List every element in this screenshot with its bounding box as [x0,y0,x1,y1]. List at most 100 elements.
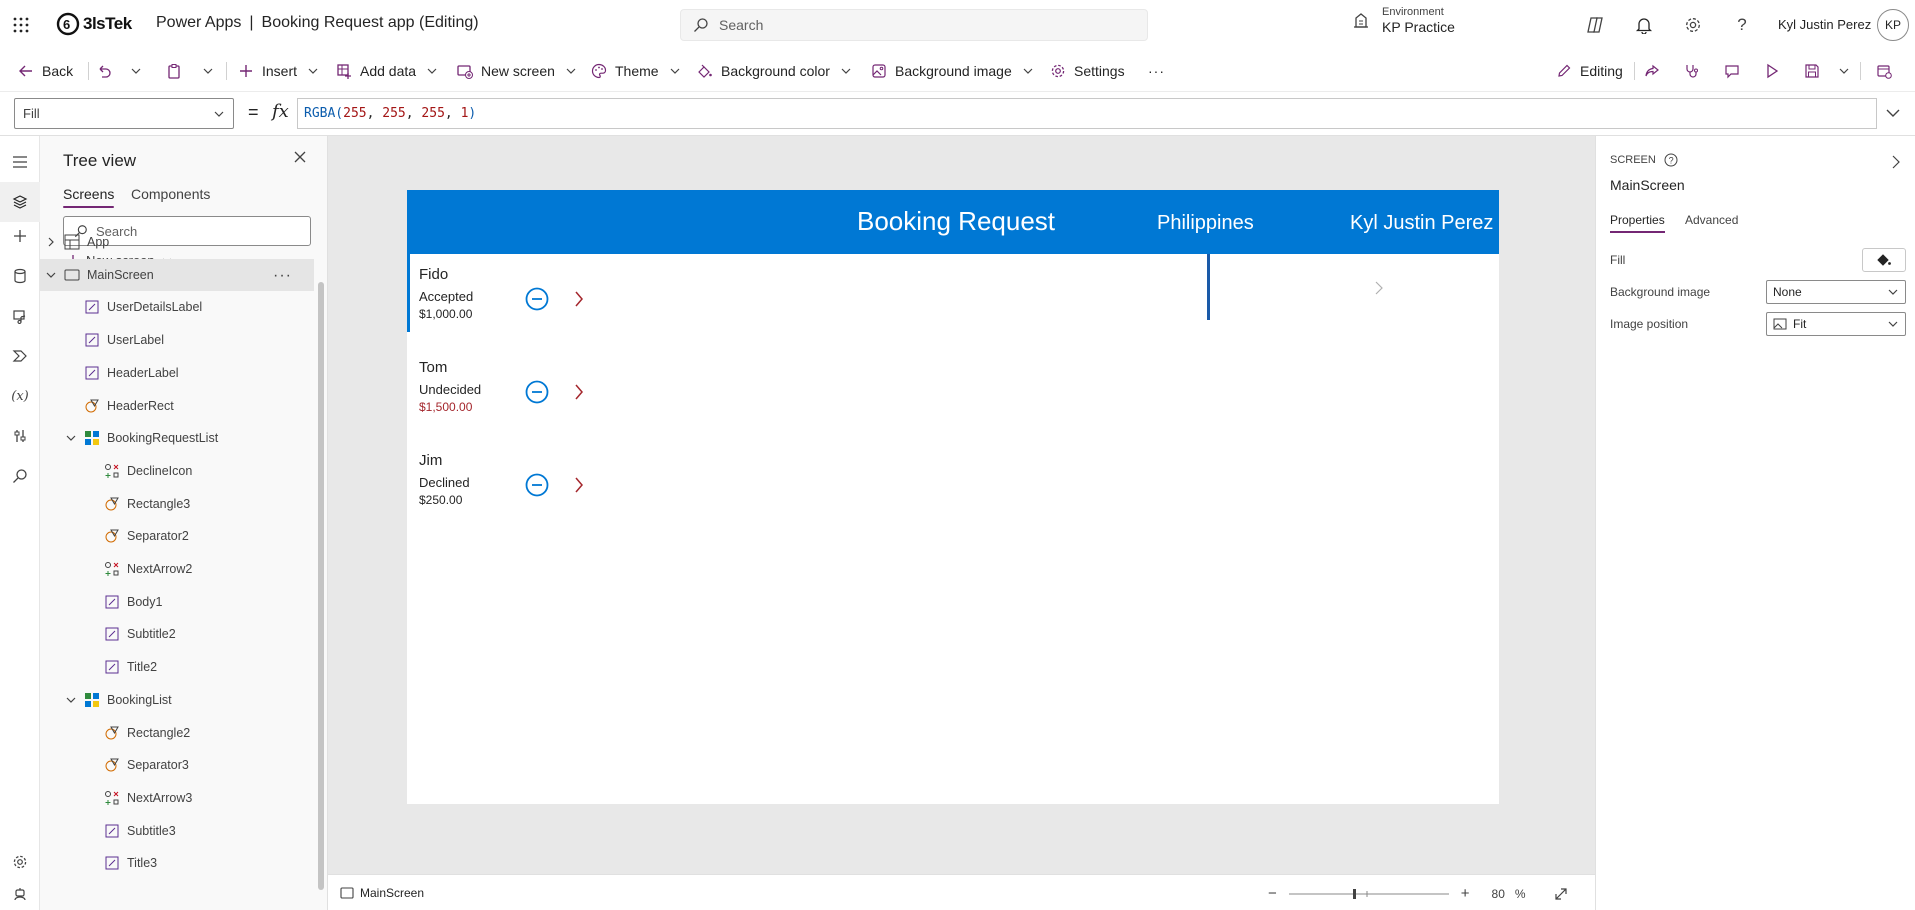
fill-color-picker[interactable] [1862,248,1906,272]
formula-input[interactable]: RGBA(255, 255, 255, 1) [297,98,1877,129]
tab-properties[interactable]: Properties [1610,213,1665,233]
add-data-button[interactable]: Add data [336,58,438,84]
publish-button[interactable] [1876,58,1892,84]
hamburger-menu-icon[interactable] [8,150,32,174]
expand-formula-icon[interactable] [1884,104,1902,122]
fit-to-window-icon[interactable] [1554,887,1568,901]
background-image-button[interactable]: Background image [871,58,1034,84]
theme-button[interactable]: Theme [591,58,681,84]
tree-node-rectangle2[interactable]: Rectangle2 [40,717,314,749]
tree-scrollbar[interactable] [318,282,324,890]
collapse-panel-icon[interactable] [1890,154,1902,170]
tree-view-icon[interactable] [0,182,40,222]
tree-node-title3[interactable]: Title3 [40,847,314,879]
advanced-tools-icon[interactable] [8,424,32,448]
environment-picker[interactable]: Environment KP Practice [1352,6,1455,35]
tree-node-body1[interactable]: Body1 [40,586,314,618]
detail-next-arrow-icon[interactable] [1373,280,1385,296]
decline-icon[interactable] [525,380,549,404]
app-screen-preview[interactable]: Booking Request Philippines Kyl Justin P… [407,190,1499,804]
decline-icon[interactable] [525,287,549,311]
settings-button[interactable]: Settings [1050,58,1125,84]
decline-icon[interactable] [525,473,549,497]
help-circle-icon[interactable]: ? [1664,153,1678,167]
zoom-in-button[interactable]: + [1461,885,1470,902]
tab-screens[interactable]: Screens [63,186,115,208]
undo-menu-button[interactable] [130,58,142,84]
paste-menu-button[interactable] [202,58,214,84]
booking-amount[interactable]: $1,500.00 [419,400,472,414]
tree-node-nextarrow3[interactable]: NextArrow3 [40,782,314,814]
tab-advanced[interactable]: Advanced [1685,213,1738,227]
booking-row[interactable]: Jim Declined $250.00 [407,440,607,532]
zoom-out-button[interactable]: − [1268,885,1277,902]
share-button[interactable] [1644,58,1660,84]
booking-status[interactable]: Accepted [419,289,473,304]
copilot-icon[interactable] [1583,13,1607,37]
tree-node-app[interactable]: App [40,226,314,258]
tree-node-headerlabel[interactable]: HeaderLabel [40,357,314,389]
expand-caret-icon[interactable] [64,695,78,705]
next-arrow-icon[interactable] [573,383,585,401]
zoom-slider[interactable] [1287,887,1451,901]
preview-button[interactable] [1764,58,1780,84]
booking-status[interactable]: Declined [419,475,470,490]
company-logo[interactable]: 6 3lsTek [56,10,132,38]
current-screen-indicator[interactable]: MainScreen [340,886,424,900]
app-user-name[interactable]: Kyl Justin Perez [1350,212,1493,235]
undo-button[interactable] [96,58,112,84]
save-menu-button[interactable] [1838,58,1850,84]
node-more-button[interactable]: ··· [273,267,292,285]
editing-button[interactable]: Editing [1556,58,1623,84]
user-name[interactable]: Kyl Justin Perez [1778,17,1871,32]
tree-node-bookinglist[interactable]: BookingList [40,684,314,716]
app-header-title[interactable]: Booking Request [857,206,1055,237]
booking-row[interactable]: Fido Accepted $1,000.00 [407,254,607,346]
tree-node-declineicon[interactable]: DeclineIcon [40,455,314,487]
booking-status[interactable]: Undecided [419,382,481,397]
expand-caret-icon[interactable] [64,433,78,443]
help-icon[interactable]: ? [1730,13,1754,37]
booking-name[interactable]: Fido [419,266,448,283]
booking-name[interactable]: Jim [419,452,442,469]
avatar[interactable]: KP [1877,9,1909,41]
tree-node-title2[interactable]: Title2 [40,651,314,683]
tab-components[interactable]: Components [131,186,210,202]
booking-name[interactable]: Tom [419,359,447,376]
tree-node-bookingrequestlist[interactable]: BookingRequestList [40,422,314,454]
app-header-rect[interactable]: Booking Request Philippines Kyl Justin P… [407,190,1499,254]
booking-amount[interactable]: $250.00 [419,493,462,507]
property-dropdown[interactable]: Fill [14,98,234,129]
bell-icon[interactable] [1632,13,1656,37]
image-position-dropdown[interactable]: Fit [1766,312,1906,336]
insert-button[interactable]: Insert [238,58,319,84]
waffle-icon[interactable] [8,12,34,38]
more-button[interactable]: ··· [1148,58,1165,84]
virtual-agent-icon[interactable] [8,882,32,906]
next-arrow-icon[interactable] [573,476,585,494]
booking-row[interactable]: Tom Undecided $1,500.00 [407,347,607,439]
next-arrow-icon[interactable] [573,290,585,308]
tree-node-subtitle3[interactable]: Subtitle3 [40,815,314,847]
tree-node-headerrect[interactable]: HeaderRect [40,390,314,422]
comments-button[interactable] [1724,58,1740,84]
background-color-button[interactable]: Background color [697,58,852,84]
insert-icon[interactable] [8,224,32,248]
tree-node-userdetailslabel[interactable]: UserDetailsLabel [40,291,314,323]
save-button[interactable] [1804,58,1820,84]
variables-icon[interactable]: (x) [8,384,32,408]
search-icon[interactable] [8,464,32,488]
global-search-input[interactable]: Search [680,9,1148,41]
tree-node-rectangle3[interactable]: Rectangle3 [40,488,314,520]
tree-node-separator3[interactable]: Separator3 [40,749,314,781]
tree-node-subtitle2[interactable]: Subtitle2 [40,618,314,650]
booking-amount[interactable]: $1,000.00 [419,307,472,321]
paste-button[interactable] [166,58,182,84]
tree-node-nextarrow2[interactable]: NextArrow2 [40,553,314,585]
expand-caret-icon[interactable] [44,237,58,247]
media-icon[interactable] [8,304,32,328]
data-icon[interactable] [8,264,32,288]
gear-icon[interactable] [8,850,32,874]
new-screen-button[interactable]: New screen [457,58,577,84]
background-image-dropdown[interactable]: None [1766,280,1906,304]
